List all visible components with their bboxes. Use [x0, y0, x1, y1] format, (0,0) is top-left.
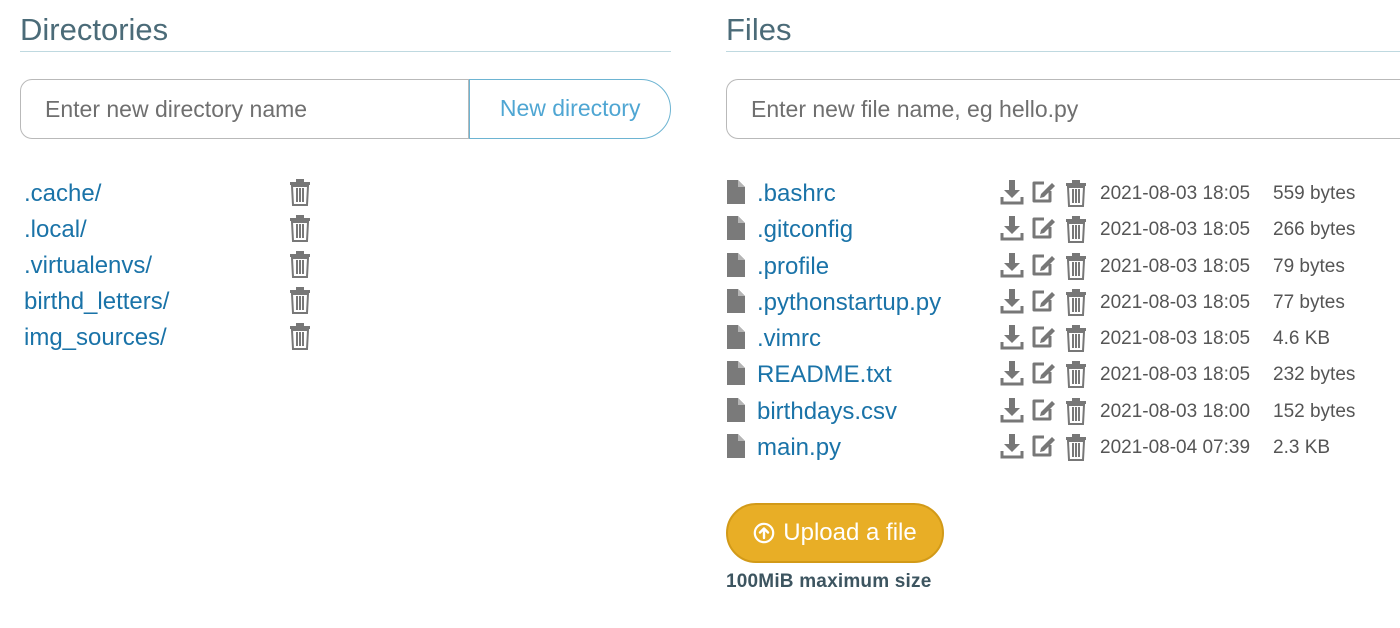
edit-icon[interactable] — [1030, 215, 1056, 241]
directories-panel: Directories New directory .cache/ .local/… — [20, 0, 671, 351]
file-icon — [726, 179, 746, 205]
file-size: 79 bytes — [1273, 255, 1345, 277]
trash-icon[interactable] — [289, 214, 311, 242]
trash-icon[interactable] — [289, 178, 311, 206]
file-size: 559 bytes — [1273, 183, 1356, 204]
directory-list: .cache/ .local/ .virtualenvs/birthd_letter… — [24, 176, 344, 356]
file-link[interactable]: birthdays.csv — [757, 394, 897, 430]
file-item: README.txt 2021-08-03 18:05 232 bytes — [726, 357, 1400, 393]
download-icon[interactable] — [1000, 215, 1024, 241]
trash-icon[interactable] — [289, 286, 311, 314]
upload-size-note: 100MiB maximum size — [726, 571, 932, 592]
trash-icon[interactable] — [1065, 288, 1087, 316]
new-directory-form: New directory — [20, 79, 671, 139]
file-item: birthdays.csv 2021-08-03 18:00 152 bytes — [726, 394, 1400, 430]
directories-title: Directories — [20, 0, 671, 52]
upload-circle-icon — [753, 522, 775, 544]
file-link[interactable]: README.txt — [757, 357, 892, 393]
directory-link[interactable]: img_sources/ — [24, 324, 167, 351]
trash-icon[interactable] — [1065, 360, 1087, 389]
files-title: Files — [726, 0, 1400, 52]
file-item: .profile 2021-08-03 18:05 79 bytes — [726, 249, 1400, 285]
directory-item: birthd_letters/ — [24, 284, 344, 320]
file-date: 2021-08-03 18:05 — [1100, 291, 1251, 313]
download-icon[interactable] — [1000, 288, 1024, 314]
file-size: 232 bytes — [1273, 364, 1356, 386]
file-size: 266 bytes — [1273, 219, 1356, 241]
file-date: 2021-08-03 18:05 — [1100, 183, 1251, 204]
file-item: main.py 2021-08-04 07:39 2.3 KB — [726, 430, 1400, 466]
new-file-input[interactable] — [726, 79, 1400, 139]
file-icon — [726, 360, 746, 386]
trash-icon[interactable] — [1065, 215, 1087, 244]
new-directory-input[interactable] — [20, 79, 470, 139]
file-link[interactable]: .vimrc — [757, 321, 821, 357]
download-icon[interactable] — [1000, 433, 1024, 459]
edit-icon[interactable] — [1030, 433, 1056, 459]
directory-item: .local/ — [24, 212, 344, 248]
directory-link[interactable]: birthd_letters/ — [24, 288, 169, 315]
directory-item: .cache/ — [24, 176, 344, 212]
file-item: .vimrc 2021-08-03 18:05 4.6 KB — [726, 321, 1400, 357]
file-size: 77 bytes — [1273, 291, 1345, 313]
file-list: .bashrc 2021-08-03 18:05 559 bytes .gitconf… — [726, 176, 1400, 466]
files-panel: Files .bashrc 2021-08-03 18:05 559 bytes .g… — [726, 0, 1400, 592]
directory-item: .virtualenvs/ — [24, 248, 344, 284]
file-link[interactable]: main.py — [757, 430, 841, 466]
download-icon[interactable] — [1000, 397, 1024, 423]
directory-link[interactable]: .local/ — [24, 216, 87, 243]
trash-icon[interactable] — [289, 322, 311, 350]
directory-item: img_sources/ — [24, 320, 344, 356]
file-icon — [726, 252, 746, 278]
trash-icon[interactable] — [289, 250, 311, 278]
trash-icon[interactable] — [1065, 433, 1087, 462]
file-date: 2021-08-03 18:05 — [1100, 219, 1251, 241]
file-link[interactable]: .profile — [757, 249, 829, 285]
file-item: .pythonstartup.py 2021-08-03 18:05 77 byte… — [726, 285, 1400, 321]
file-date: 2021-08-03 18:05 — [1100, 364, 1251, 386]
file-link[interactable]: .pythonstartup.py — [757, 285, 941, 321]
file-size: 2.3 KB — [1273, 437, 1331, 459]
edit-icon[interactable] — [1030, 360, 1056, 386]
directory-link[interactable]: .virtualenvs/ — [24, 252, 152, 279]
edit-icon[interactable] — [1030, 288, 1056, 314]
file-icon — [726, 288, 746, 314]
upload-button-label: Upload a file — [783, 519, 917, 546]
new-directory-button[interactable]: New directory — [469, 79, 671, 139]
download-icon[interactable] — [1000, 324, 1024, 350]
file-date: 2021-08-04 07:39 — [1100, 437, 1251, 459]
directory-link[interactable]: .cache/ — [24, 180, 101, 207]
file-date: 2021-08-03 18:05 — [1100, 328, 1251, 350]
edit-icon[interactable] — [1030, 397, 1056, 423]
file-icon — [726, 324, 746, 350]
download-icon[interactable] — [1000, 360, 1024, 386]
trash-icon[interactable] — [1065, 324, 1087, 353]
file-date: 2021-08-03 18:05 — [1100, 255, 1251, 277]
file-date: 2021-08-03 18:00 — [1100, 400, 1251, 422]
edit-icon[interactable] — [1030, 252, 1056, 278]
edit-icon[interactable] — [1030, 324, 1056, 350]
file-item: .bashrc 2021-08-03 18:05 559 bytes — [726, 176, 1400, 212]
file-size: 4.6 KB — [1273, 328, 1331, 350]
file-item: .gitconfig 2021-08-03 18:05 266 bytes — [726, 212, 1400, 248]
file-icon — [726, 433, 746, 459]
trash-icon[interactable] — [1065, 397, 1087, 425]
file-link[interactable]: .bashrc — [757, 176, 836, 212]
download-icon[interactable] — [1000, 179, 1024, 205]
file-link[interactable]: .gitconfig — [757, 212, 853, 248]
upload-file-button[interactable]: Upload a file — [726, 503, 944, 563]
edit-icon[interactable] — [1030, 179, 1056, 205]
file-size: 152 bytes — [1273, 400, 1356, 422]
trash-icon[interactable] — [1065, 252, 1087, 280]
file-icon — [726, 397, 746, 423]
new-file-form — [726, 79, 1400, 139]
file-icon — [726, 215, 746, 241]
trash-icon[interactable] — [1065, 179, 1087, 207]
download-icon[interactable] — [1000, 252, 1024, 278]
